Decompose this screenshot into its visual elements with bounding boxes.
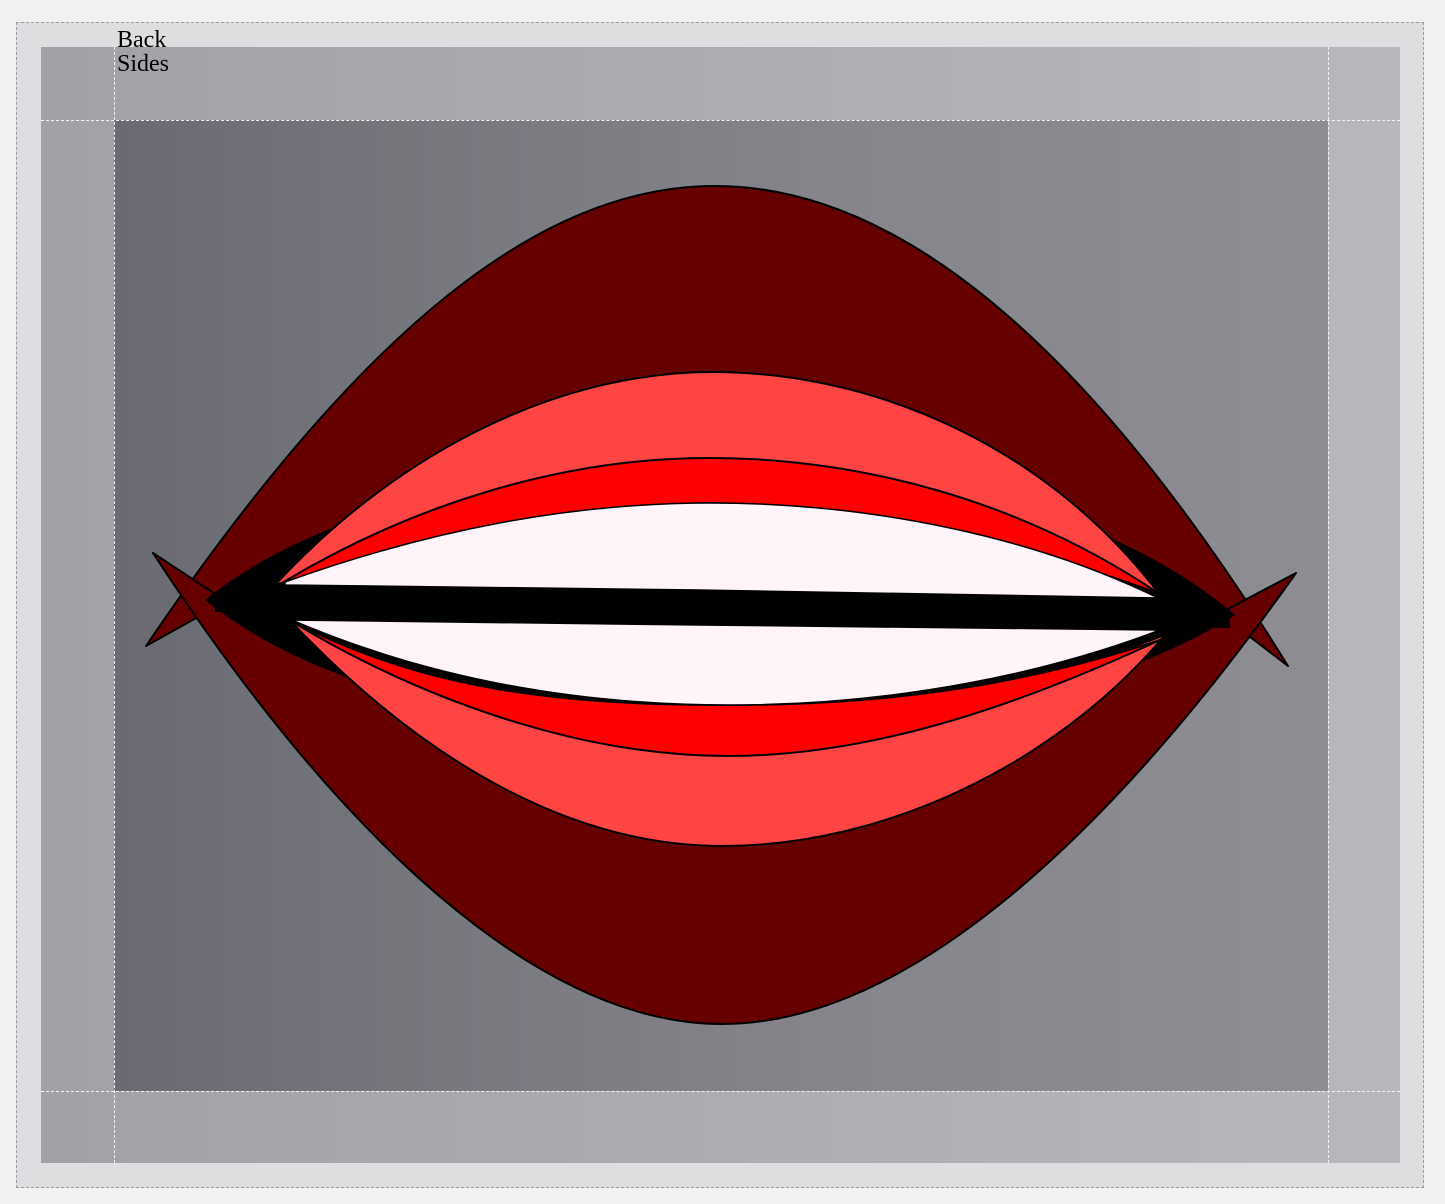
lips-illustration	[145, 185, 1297, 1025]
canvas-stage: Back Sides	[0, 0, 1445, 1204]
